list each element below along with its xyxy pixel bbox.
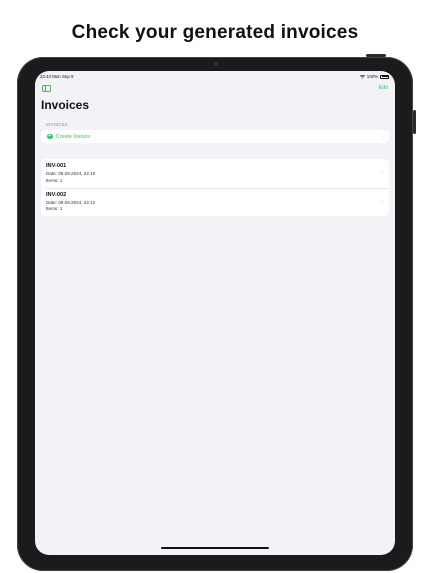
create-invoice-button[interactable]: + Create Invoice ›: [41, 130, 389, 143]
plus-circle-icon: +: [47, 132, 53, 140]
chevron-right-icon: ›: [381, 170, 383, 176]
invoice-items: Items: 1: [46, 206, 63, 211]
camera-icon: [214, 62, 218, 66]
promo-headline: Check your generated invoices: [71, 22, 359, 43]
chevron-right-icon: ›: [381, 198, 383, 205]
invoice-date: Date: 09.09.2024, 22:12: [46, 199, 96, 205]
home-indicator[interactable]: [161, 547, 269, 549]
battery-percent: 100%: [366, 74, 378, 79]
battery-icon: [380, 74, 389, 79]
invoice-list: INV-001 Date: 09.09.2024, 22:10 Items: 1…: [41, 159, 389, 216]
status-time: 22:43 Mon Sep 9: [40, 74, 74, 79]
wifi-icon: [359, 74, 365, 79]
create-invoice-label: Create Invoice: [56, 133, 91, 140]
device-side-button: [413, 110, 416, 134]
app-screen: 22:43 Mon Sep 9 100% Edit Invoices INVOI…: [35, 71, 395, 555]
invoice-id: INV-001: [46, 163, 67, 169]
page-title: Invoices: [41, 98, 90, 112]
row-divider: [46, 187, 389, 188]
invoice-id: INV-002: [46, 191, 67, 198]
invoice-row[interactable]: INV-002 Date: 09.09.2024, 22:12 Items: 1…: [41, 187, 389, 217]
invoice-date: Date: 09.09.2024, 22:10: [46, 171, 96, 176]
section-header: INVOICES: [46, 122, 68, 127]
status-bar: 22:43 Mon Sep 9 100%: [35, 71, 395, 81]
sidebar-toggle-icon[interactable]: [42, 85, 51, 92]
invoice-row[interactable]: INV-001 Date: 09.09.2024, 22:10 Items: 1…: [41, 159, 389, 188]
status-right: 100%: [359, 74, 389, 79]
device-top-button: [366, 54, 386, 57]
invoice-items: Items: 1: [46, 177, 63, 183]
edit-button[interactable]: Edit: [379, 85, 388, 91]
chevron-right-icon: ›: [381, 133, 383, 140]
